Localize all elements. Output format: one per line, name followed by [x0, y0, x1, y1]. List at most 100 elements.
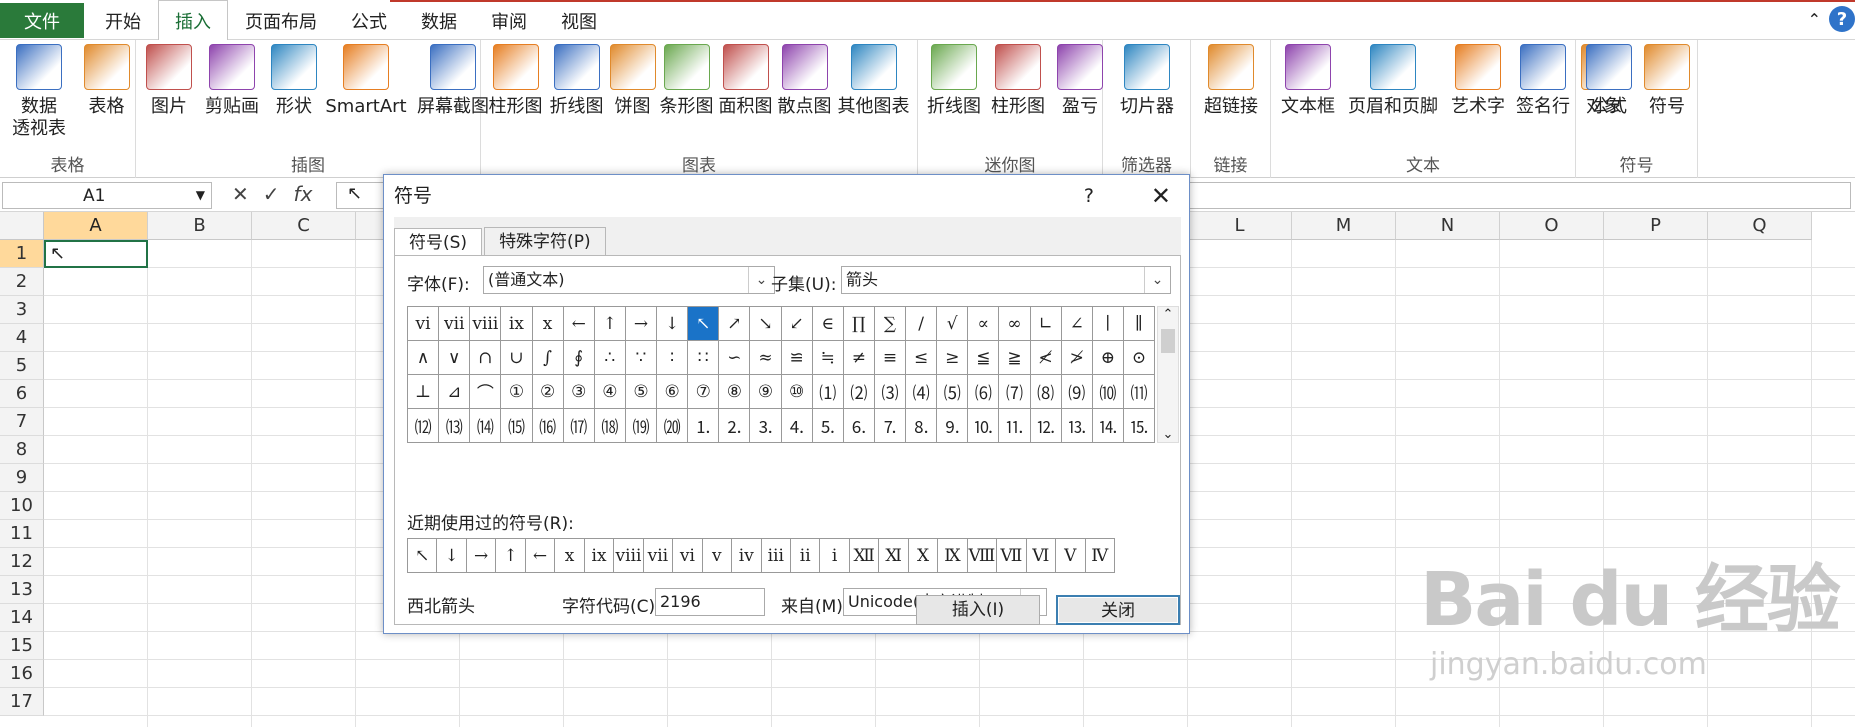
symbol-cell[interactable]: ⑦: [688, 375, 720, 409]
symbol-cell[interactable]: ⊙: [1123, 341, 1155, 375]
row-header[interactable]: 14: [0, 604, 44, 632]
cancel-icon[interactable]: ✕: [232, 182, 249, 206]
menu-tab[interactable]: 插入: [158, 0, 228, 41]
symbol-cell[interactable]: ←: [563, 307, 595, 341]
symbol-cell[interactable]: ⒁: [470, 409, 502, 443]
recent-symbol-cell[interactable]: ⅶ: [643, 539, 674, 573]
symbol-cell[interactable]: √: [937, 307, 969, 341]
ribbon-button[interactable]: 签名行: [1511, 44, 1575, 118]
subset-select[interactable]: 箭头 ⌄: [841, 266, 1171, 294]
symbol-cell[interactable]: ⒍: [843, 409, 875, 443]
symbol-cell[interactable]: ⅶ: [439, 307, 471, 341]
row-header[interactable]: 1: [0, 240, 44, 268]
recent-symbol-cell[interactable]: Ⅺ: [879, 539, 909, 573]
recent-symbol-cell[interactable]: ⅰ: [820, 539, 850, 573]
row-header[interactable]: 12: [0, 548, 44, 576]
symbol-cell[interactable]: ↗: [719, 307, 751, 341]
symbol-cell[interactable]: ⒌: [812, 409, 844, 443]
symbol-cell[interactable]: ⑧: [719, 375, 751, 409]
ribbon-button[interactable]: 剪贴画: [198, 44, 266, 118]
symbol-cell[interactable]: ①: [501, 375, 533, 409]
symbol-cell[interactable]: ∑: [874, 307, 906, 341]
symbol-cell[interactable]: ⒕: [1092, 409, 1124, 443]
symbol-cell[interactable]: ⒆: [625, 409, 657, 443]
symbol-cell[interactable]: ⒊: [750, 409, 782, 443]
symbol-cell[interactable]: ⑵: [843, 375, 875, 409]
symbol-cell[interactable]: ⑷: [906, 375, 938, 409]
symbol-cell[interactable]: ⒂: [501, 409, 533, 443]
symbol-cell[interactable]: ③: [563, 375, 595, 409]
column-header[interactable]: A: [44, 212, 148, 240]
symbol-cell[interactable]: ∽: [719, 341, 751, 375]
symbol-cell[interactable]: ∕: [906, 307, 938, 341]
row-header[interactable]: 2: [0, 268, 44, 296]
ribbon-button[interactable]: 盈亏: [1050, 44, 1110, 118]
column-header[interactable]: B: [148, 212, 252, 240]
file-tab[interactable]: 文件: [0, 3, 84, 38]
symbol-cell[interactable]: ∣: [1092, 307, 1124, 341]
symbol-cell[interactable]: ⒔: [1061, 409, 1093, 443]
symbol-cell[interactable]: ⑻: [1030, 375, 1062, 409]
chevron-down-icon[interactable]: ⌄: [1144, 267, 1170, 293]
symbol-cell[interactable]: ⑹: [968, 375, 1000, 409]
symbol-cell[interactable]: ≡: [874, 341, 906, 375]
recent-symbol-cell[interactable]: ⅲ: [761, 539, 791, 573]
ribbon-button[interactable]: 页眉和页脚: [1341, 44, 1445, 118]
symbol-cell[interactable]: ⑩: [781, 375, 813, 409]
menu-tab[interactable]: 页面布局: [228, 0, 334, 40]
symbol-cell[interactable]: ∷: [688, 341, 720, 375]
symbol-cell[interactable]: ≌: [781, 341, 813, 375]
row-header[interactable]: 17: [0, 688, 44, 716]
row-header[interactable]: 4: [0, 324, 44, 352]
symbol-cell[interactable]: ⊿: [439, 375, 471, 409]
symbol-cell[interactable]: ↓: [657, 307, 689, 341]
ribbon-button[interactable]: SmartArt: [322, 44, 410, 118]
column-header[interactable]: N: [1396, 212, 1500, 240]
chevron-down-icon[interactable]: ⌄: [1158, 427, 1178, 442]
symbol-cell[interactable]: ∠: [1061, 307, 1093, 341]
cell-a1[interactable]: ↖: [44, 240, 148, 268]
ribbon-button[interactable]: 文本框: [1275, 44, 1341, 118]
function-icon[interactable]: fx: [294, 182, 313, 206]
menu-tab[interactable]: 开始: [88, 0, 158, 40]
recent-symbol-cell[interactable]: ⅱ: [790, 539, 821, 573]
symbol-cell[interactable]: ↘: [750, 307, 782, 341]
select-all-corner[interactable]: [0, 212, 44, 240]
dialog-close-button[interactable]: ✕: [1151, 175, 1171, 217]
recent-symbol-cell[interactable]: ↖: [408, 539, 438, 573]
recent-symbol-cell[interactable]: ⅳ: [732, 539, 762, 573]
name-box[interactable]: A1 ▼: [2, 182, 212, 209]
menu-tab[interactable]: 审阅: [474, 0, 544, 40]
symbol-cell[interactable]: ⊕: [1092, 341, 1124, 375]
ribbon-button[interactable]: 图片: [140, 44, 198, 118]
symbol-cell[interactable]: ⒇: [657, 409, 689, 443]
symbol-cell[interactable]: ⑴: [812, 375, 844, 409]
symbol-cell[interactable]: ⒈: [688, 409, 720, 443]
symbol-cell[interactable]: ≧: [999, 341, 1031, 375]
recent-symbol-cell[interactable]: Ⅻ: [849, 539, 880, 573]
symbol-cell[interactable]: ∶: [657, 341, 689, 375]
row-header[interactable]: 10: [0, 492, 44, 520]
chevron-up-icon[interactable]: ⌃: [1158, 307, 1178, 322]
symbol-cell[interactable]: ⒎: [874, 409, 906, 443]
symbol-cell[interactable]: ⅹ: [532, 307, 564, 341]
symbol-cell[interactable]: ↙: [781, 307, 813, 341]
symbol-cell[interactable]: ⒑: [968, 409, 1000, 443]
tab-symbols[interactable]: 符号(S): [394, 228, 483, 256]
ribbon-button[interactable]: 其他图表: [835, 44, 913, 118]
symbol-cell[interactable]: ⑾: [1123, 375, 1155, 409]
row-header[interactable]: 9: [0, 464, 44, 492]
symbol-cell[interactable]: ∞: [999, 307, 1031, 341]
symbol-cell[interactable]: ∥: [1123, 307, 1155, 341]
symbol-cell[interactable]: ∩: [470, 341, 502, 375]
symbol-cell[interactable]: ⊥: [408, 375, 440, 409]
recent-symbol-cell[interactable]: Ⅹ: [908, 539, 939, 573]
row-header[interactable]: 13: [0, 576, 44, 604]
row-header[interactable]: 7: [0, 408, 44, 436]
recent-symbol-cell[interactable]: Ⅷ: [967, 539, 998, 573]
symbol-cell[interactable]: ≒: [812, 341, 844, 375]
symbol-cell[interactable]: ∧: [408, 341, 440, 375]
symbol-cell[interactable]: ∈: [812, 307, 844, 341]
symbol-cell[interactable]: ∵: [625, 341, 657, 375]
ribbon-button[interactable]: 折线图: [922, 44, 986, 118]
